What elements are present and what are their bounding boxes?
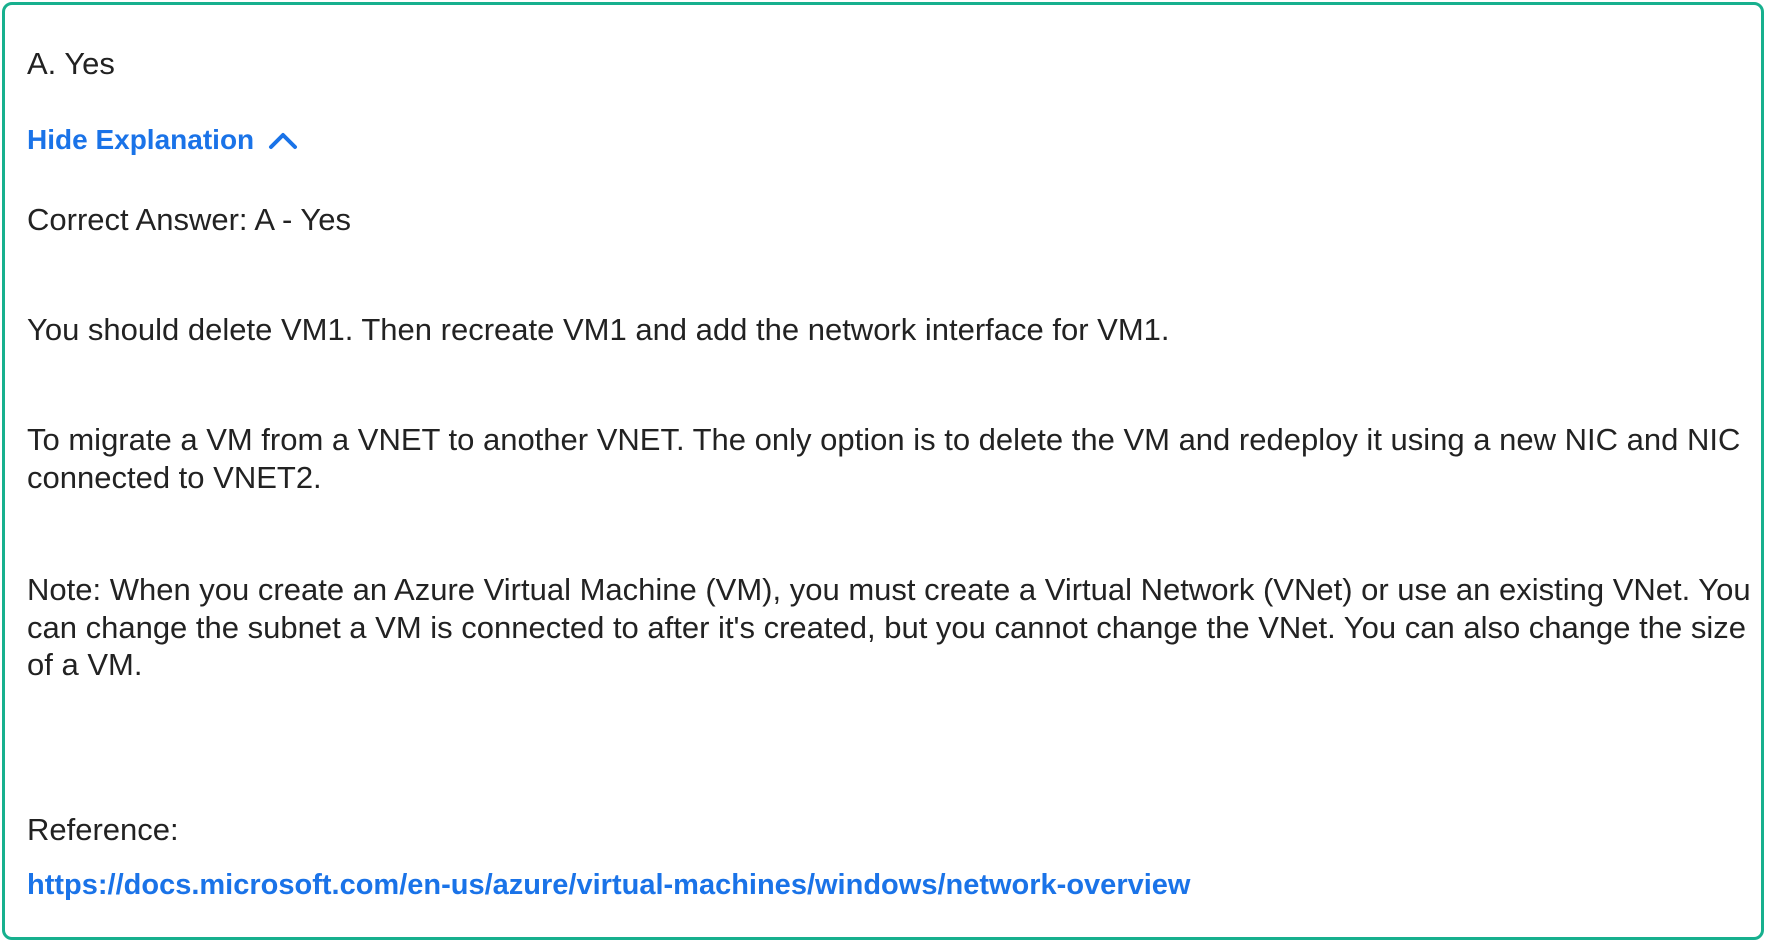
- explanation-paragraph-note: Note: When you create an Azure Virtual M…: [27, 572, 1751, 682]
- reference-link[interactable]: https://docs.microsoft.com/en-us/azure/v…: [27, 867, 1190, 903]
- explanation-card: A. Yes Hide Explanation Correct Answer: …: [2, 2, 1764, 940]
- reference-label: Reference:: [27, 812, 179, 847]
- selected-answer: A. Yes: [27, 46, 115, 81]
- chevron-up-icon: [269, 133, 298, 149]
- hide-explanation-button[interactable]: Hide Explanation: [27, 123, 298, 157]
- explanation-paragraph-delete: You should delete VM1. Then recreate VM1…: [27, 312, 1170, 347]
- correct-answer-text: Correct Answer: A - Yes: [27, 202, 351, 237]
- hide-explanation-label: Hide Explanation: [27, 124, 255, 155]
- explanation-paragraph-migrate: To migrate a VM from a VNET to another V…: [27, 422, 1741, 495]
